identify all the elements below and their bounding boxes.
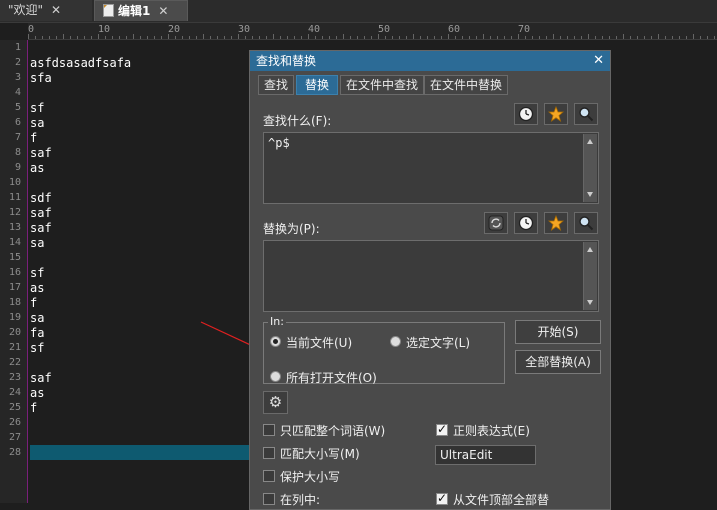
regex-checkbox[interactable] — [436, 422, 448, 436]
settings-button[interactable]: ⚙ — [263, 391, 288, 414]
search-options-button[interactable] — [574, 103, 598, 125]
gear-icon: ⚙ — [268, 393, 283, 411]
dialog-title: 查找和替换 — [256, 54, 317, 68]
start-button[interactable]: 开始(S) — [515, 320, 601, 344]
refresh-icon — [488, 215, 504, 231]
from-top-label: 从文件顶部全部替 — [453, 493, 550, 507]
scope-selection-radio[interactable] — [390, 336, 401, 347]
replace-input-scrollbar[interactable] — [583, 242, 597, 310]
preserve-case-label: 保护大小写 — [280, 470, 341, 484]
tab-find[interactable]: 查找 — [258, 75, 294, 95]
regex-engine-select[interactable]: UltraEdit — [435, 445, 536, 465]
tab-replace[interactable]: 替换 — [296, 75, 338, 95]
scope-group: In: 当前文件(U) 选定文字(L) 所有打开文件(O) — [263, 315, 505, 385]
scope-current-radio[interactable] — [270, 336, 281, 347]
from-top-checkbox[interactable] — [436, 491, 448, 505]
find-value: ^p$ — [268, 136, 290, 150]
star-icon — [548, 215, 564, 231]
close-icon[interactable]: ✕ — [593, 51, 604, 71]
scope-label: In: — [268, 315, 286, 328]
regex-label: 正则表达式(E) — [453, 424, 530, 438]
tab-replace-in-files[interactable]: 在文件中替换 — [424, 75, 508, 95]
clock-icon — [518, 215, 534, 231]
replace-all-button[interactable]: 全部替换(A) — [515, 350, 601, 374]
scope-selection-label: 选定文字(L) — [406, 336, 471, 350]
scope-all-open-radio[interactable] — [270, 371, 281, 382]
tab-find-in-files[interactable]: 在文件中查找 — [340, 75, 424, 95]
scope-all-open-label: 所有打开文件(O) — [286, 371, 377, 385]
whole-word-label: 只匹配整个词语(W) — [280, 424, 386, 438]
replace-input[interactable] — [263, 240, 599, 312]
whole-word-checkbox[interactable] — [263, 424, 275, 436]
clock-icon — [518, 106, 534, 122]
history-button-replace[interactable] — [514, 212, 538, 234]
find-input-scrollbar[interactable] — [583, 134, 597, 202]
in-column-checkbox[interactable] — [263, 493, 275, 505]
dialog-title-bar: 查找和替换 ✕ — [250, 51, 610, 71]
favorites-button[interactable] — [544, 103, 568, 125]
history-button[interactable] — [514, 103, 538, 125]
search-options-button-replace[interactable] — [574, 212, 598, 234]
find-label: 查找什么(F): — [263, 114, 332, 128]
magnifier-icon — [579, 216, 594, 231]
match-case-label: 匹配大小写(M) — [280, 447, 360, 461]
magnifier-icon — [579, 107, 594, 122]
find-input[interactable]: ^p$ — [263, 132, 599, 204]
preserve-case-checkbox[interactable] — [263, 470, 275, 482]
star-icon — [548, 106, 564, 122]
replace-label: 替换为(P): — [263, 222, 320, 236]
swap-button[interactable] — [484, 212, 508, 234]
match-case-checkbox[interactable] — [263, 447, 275, 459]
favorites-button-replace[interactable] — [544, 212, 568, 234]
find-replace-dialog: 查找和替换 ✕ 查找 替换 在文件中查找 在文件中替换 查找什么(F): ^p$… — [249, 50, 611, 510]
scope-current-label: 当前文件(U) — [286, 336, 353, 350]
in-column-label: 在列中: — [280, 493, 321, 507]
